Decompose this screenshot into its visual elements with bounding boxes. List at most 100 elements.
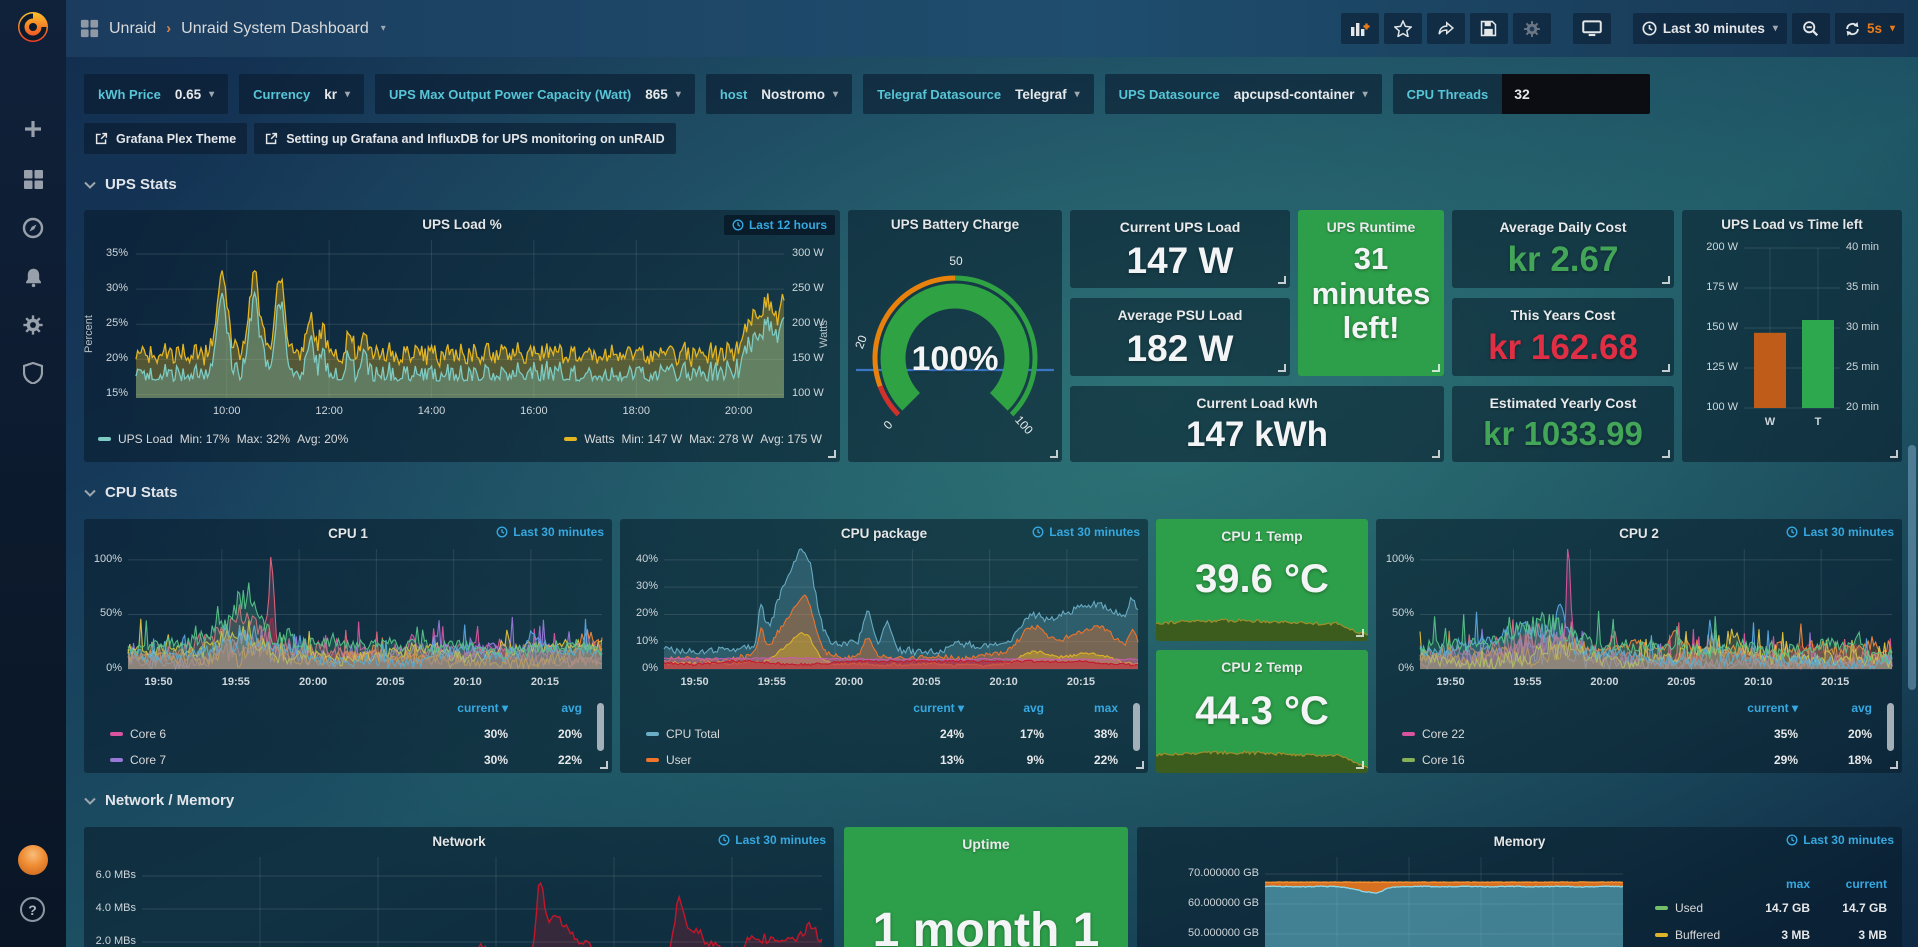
legend-row-core-16[interactable]: Core 16	[1402, 753, 1465, 767]
chart-label: 3 MB	[1740, 928, 1810, 942]
legend-watts[interactable]: WattsMin: 147 WMax: 278 WAvg: 175 W	[564, 432, 822, 446]
time-range-picker[interactable]: Last 30 minutes ▾	[1633, 13, 1787, 44]
variable-kwh-price[interactable]: kWh Price 0.65▾	[84, 74, 228, 114]
legend-column-current[interactable]: current ▾	[894, 701, 964, 715]
server-admin-shield-icon[interactable]	[0, 356, 66, 390]
panel-average-daily-cost[interactable]: Average Daily Cost kr 2.67	[1452, 210, 1674, 288]
variable-cpu-threads: CPU Threads	[1393, 74, 1651, 114]
page-scrollbar[interactable]	[1908, 445, 1916, 690]
panel-memory: Memory Last 30 minutes 70.000000 GB60.00…	[1137, 827, 1902, 947]
panel-cpu1-temp[interactable]: CPU 1 Temp 39.6 °C	[1156, 519, 1368, 641]
legend-row-user[interactable]: User	[646, 753, 691, 767]
panel-ups-runtime[interactable]: UPS Runtime 31 minutes left!	[1298, 210, 1444, 376]
stat-title: Current UPS Load	[1070, 219, 1290, 235]
section-ups-stats[interactable]: UPS Stats	[84, 176, 177, 193]
section-network-memory[interactable]: Network / Memory	[84, 792, 234, 809]
panel-uptime[interactable]: Uptime 1 month 1	[844, 827, 1128, 947]
dashboard-title[interactable]: Unraid System Dashboard	[181, 20, 369, 38]
panel-current-ups-load[interactable]: Current UPS Load 147 W	[1070, 210, 1290, 288]
cpu-threads-input[interactable]	[1502, 74, 1650, 114]
legend-column-avg[interactable]: avg	[974, 701, 1044, 715]
chart-label: 0%	[88, 662, 122, 674]
chart-label: 4.0 MBs	[90, 902, 136, 914]
variable-ups-datasource[interactable]: UPS Datasource apcupsd-container▾	[1105, 74, 1382, 114]
chart-label: 20:05	[1667, 676, 1695, 688]
network-chart[interactable]: 6.0 MBs 4.0 MBs 2.0 MBs	[84, 827, 834, 947]
chart-label: 20:05	[912, 676, 940, 688]
panel-this-years-cost[interactable]: This Years Cost kr 162.68	[1452, 298, 1674, 376]
panel-cpu2-temp[interactable]: CPU 2 Temp 44.3 °C	[1156, 650, 1368, 773]
variable-ups-max-output[interactable]: UPS Max Output Power Capacity (Watt) 865…	[375, 74, 695, 114]
legend-column-current[interactable]: current	[1817, 877, 1887, 891]
legend-column-max[interactable]: max	[1048, 701, 1118, 715]
legend-column-avg[interactable]: avg	[1802, 701, 1872, 715]
breadcrumb-separator: ›	[166, 20, 171, 37]
chart-label: 38%	[1048, 727, 1118, 741]
legend-column-current[interactable]: current ▾	[1728, 701, 1798, 715]
legend-scrollbar[interactable]	[1887, 703, 1894, 751]
chart-label: 6.0 MBs	[90, 869, 136, 881]
legend-scrollbar[interactable]	[1133, 703, 1140, 751]
panel-current-load-kwh[interactable]: Current Load kWh 147 kWh	[1070, 386, 1444, 462]
breadcrumb-root[interactable]: Unraid	[109, 20, 156, 38]
legend-row-core-22[interactable]: Core 22	[1402, 727, 1465, 741]
caret-down-icon[interactable]: ▾	[381, 23, 386, 34]
chart-label: 14:00	[418, 405, 446, 417]
link-grafana-plex-theme[interactable]: Grafana Plex Theme	[84, 123, 247, 154]
panel-estimated-yearly-cost[interactable]: Estimated Yearly Cost kr 1033.99	[1452, 386, 1674, 462]
chart-label: 20:00	[1590, 676, 1618, 688]
section-cpu-stats[interactable]: CPU Stats	[84, 484, 178, 501]
ups-load-vs-time-chart[interactable]: 200 W40 min175 W35 min150 W30 min125 W25…	[1682, 210, 1902, 462]
legend-row-core-7[interactable]: Core 7	[110, 753, 166, 767]
dashboard-settings-button[interactable]	[1513, 13, 1551, 44]
legend-row-cpu-total[interactable]: CPU Total	[646, 727, 720, 741]
legend-scrollbar[interactable]	[597, 703, 604, 751]
grafana-logo-icon[interactable]	[13, 6, 53, 46]
chart-label: 20:10	[1744, 676, 1772, 688]
legend-column-avg[interactable]: avg	[512, 701, 582, 715]
chart-label: 20:15	[531, 676, 559, 688]
memory-chart[interactable]: 70.000000 GB60.000000 GB50.000000 GBmaxc…	[1137, 827, 1902, 947]
explore-compass-icon[interactable]	[0, 211, 66, 245]
help-icon[interactable]: ?	[20, 897, 45, 922]
chart-label: 35 min	[1846, 281, 1879, 293]
legend-row-used[interactable]: Used	[1655, 901, 1703, 915]
stat-value: 147 W	[1070, 240, 1290, 282]
save-button[interactable]	[1470, 13, 1508, 44]
panel-network: Network Last 30 minutes 6.0 MBs4.0 MBs2.…	[84, 827, 834, 947]
configuration-gear-icon[interactable]	[0, 308, 66, 342]
navbar-actions: Last 30 minutes ▾ 5s ▾	[1341, 13, 1904, 44]
legend-row-core-6[interactable]: Core 6	[110, 727, 166, 741]
legend-column-max[interactable]: max	[1740, 877, 1810, 891]
refresh-button[interactable]: 5s ▾	[1835, 13, 1904, 44]
legend-row-buffered[interactable]: Buffered	[1655, 928, 1720, 942]
external-link-icon	[265, 132, 278, 145]
star-button[interactable]	[1384, 13, 1422, 44]
chart-label: 2.0 MBs	[90, 935, 136, 947]
variable-currency[interactable]: Currency kr▾	[239, 74, 364, 114]
chart-label: 100%	[1380, 553, 1414, 565]
alerting-bell-icon[interactable]	[0, 260, 66, 294]
user-avatar[interactable]	[18, 845, 48, 875]
dashboards-icon[interactable]	[0, 162, 66, 196]
stat-value: 39.6 °C	[1156, 557, 1368, 602]
legend-column-current[interactable]: current ▾	[438, 701, 508, 715]
chevron-down-icon	[84, 797, 96, 805]
panel-ups-load-vs-time: UPS Load vs Time left 200 W40 min175 W35…	[1682, 210, 1902, 462]
cycle-view-monitor-button[interactable]	[1573, 13, 1611, 44]
chart-label: 70.000000 GB	[1143, 867, 1259, 879]
panel-average-psu-load[interactable]: Average PSU Load 182 W	[1070, 298, 1290, 376]
ups-load-chart[interactable]: 35%30%25%20%15%300 W250 W200 W150 W100 W…	[84, 210, 840, 462]
share-button[interactable]	[1427, 13, 1465, 44]
create-plus-icon[interactable]	[0, 112, 66, 146]
cpu2-chart[interactable]: 100%50%0%19:5019:5520:0020:0520:1020:15a…	[1376, 519, 1902, 773]
cpu-package-chart[interactable]: 40%30%20%10%0%19:5019:5520:0020:0520:102…	[620, 519, 1148, 773]
legend-ups-load[interactable]: UPS LoadMin: 17%Max: 32%Avg: 20%	[98, 432, 348, 446]
link-ups-monitoring-guide[interactable]: Setting up Grafana and InfluxDB for UPS …	[254, 123, 675, 154]
stat-value: kr 2.67	[1452, 240, 1674, 280]
zoom-out-button[interactable]	[1792, 13, 1830, 44]
cpu1-chart[interactable]: 100%50%0%19:5019:5520:0020:0520:1020:15a…	[84, 519, 612, 773]
variable-telegraf-datasource[interactable]: Telegraf Datasource Telegraf▾	[863, 74, 1094, 114]
add-panel-button[interactable]	[1341, 13, 1379, 44]
variable-host[interactable]: host Nostromo▾	[706, 74, 852, 114]
